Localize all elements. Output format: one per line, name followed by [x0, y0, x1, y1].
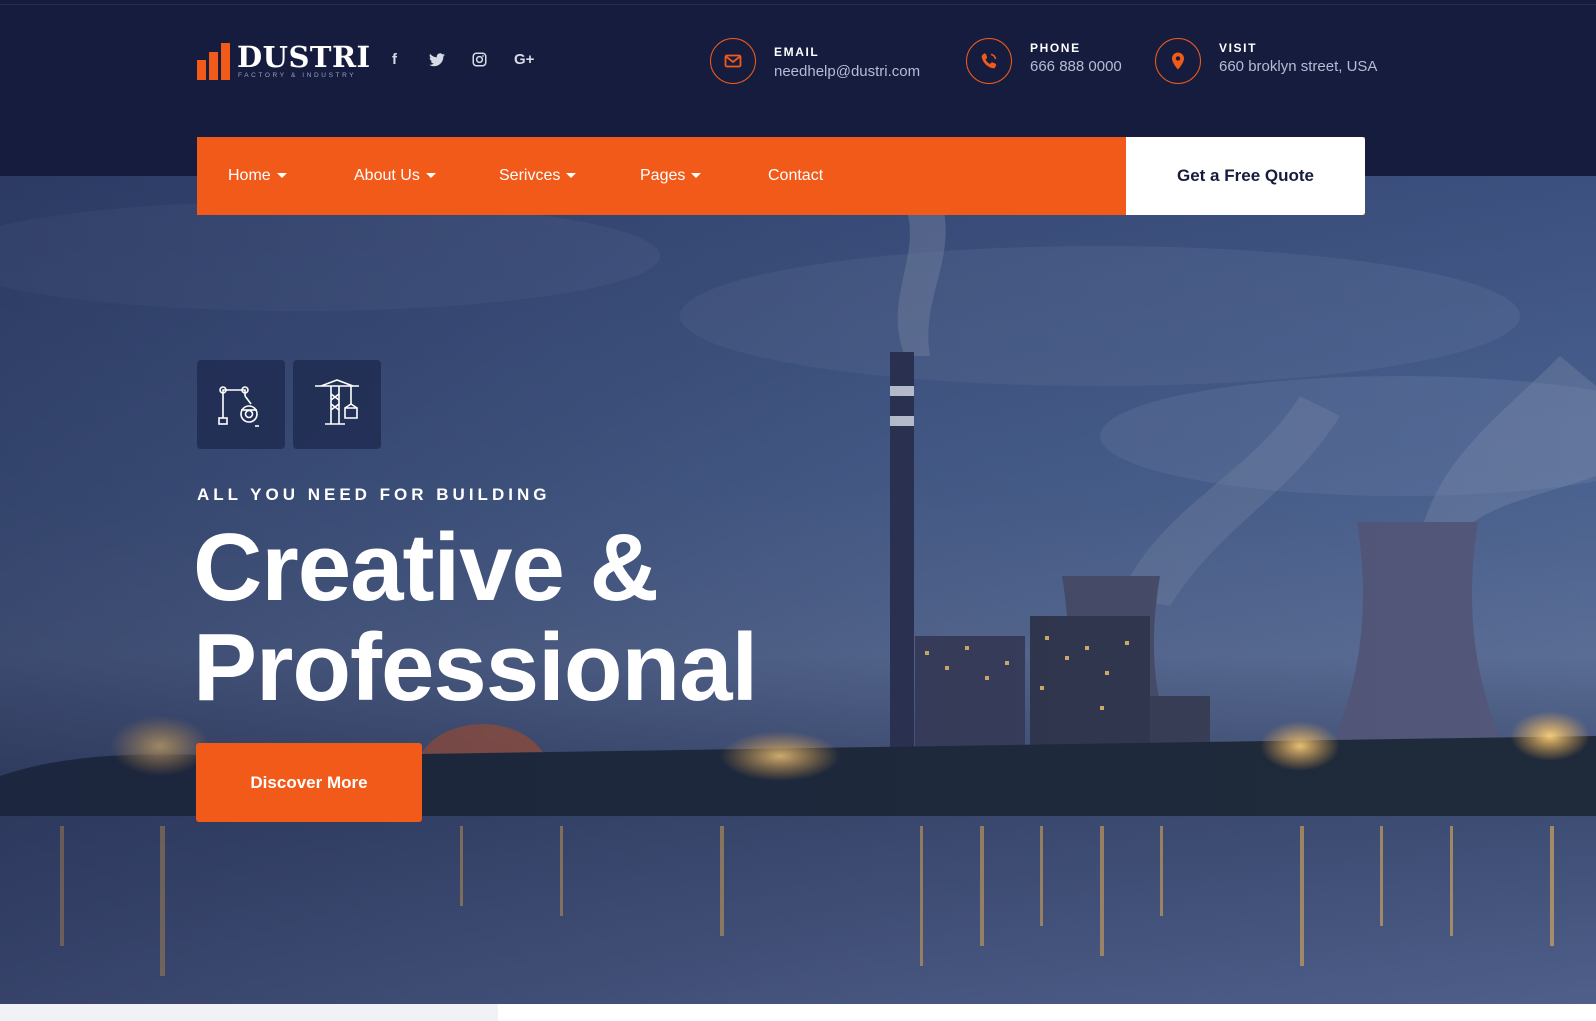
contact-visit[interactable]: VISIT 660 broklyn street, USA — [1155, 38, 1385, 84]
caret-down-icon — [276, 173, 287, 179]
caret-down-icon — [566, 173, 577, 179]
hero-headline: Creative & Professional — [193, 514, 758, 721]
map-pin-icon — [1155, 38, 1201, 84]
nav-item-contact[interactable]: Contact — [768, 137, 823, 215]
facebook-icon[interactable]: f — [392, 49, 397, 71]
contact-phone[interactable]: PHONE 666 888 0000 — [966, 38, 1136, 84]
nav-item-label: Contact — [768, 167, 824, 184]
nav-item-label: Home — [228, 167, 271, 184]
nav-item-label: Serivces — [499, 167, 561, 184]
crane-icon[interactable] — [293, 360, 381, 449]
phone-label: PHONE — [1030, 41, 1081, 55]
main-nav: Home About Us Serivces Pages Contact Get… — [197, 137, 1365, 215]
nav-item-about-us[interactable]: About Us — [354, 137, 436, 215]
nav-item-services[interactable]: Serivces — [499, 137, 577, 215]
logo-bars-icon — [197, 43, 230, 80]
caret-down-icon — [691, 173, 702, 179]
hero-headline-line2: Professional — [193, 614, 758, 721]
nav-item-pages[interactable]: Pages — [640, 137, 702, 215]
nav-item-label: Pages — [640, 167, 686, 184]
robotic-arm-icon[interactable] — [197, 360, 285, 449]
nav-item-label: About Us — [354, 167, 420, 184]
caret-down-icon — [425, 173, 436, 179]
twitter-icon[interactable] — [429, 49, 445, 74]
envelope-icon — [710, 38, 756, 84]
email-label: EMAIL — [774, 45, 820, 59]
email-value[interactable]: needhelp@dustri.com — [774, 63, 920, 80]
hero-kicker: ALL YOU NEED FOR BUILDING — [197, 485, 551, 504]
phone-icon — [966, 38, 1012, 84]
google-plus-icon[interactable]: G+ — [514, 49, 534, 71]
contact-email[interactable]: EMAIL needhelp@dustri.com — [710, 38, 930, 84]
nav-item-home[interactable]: Home — [228, 137, 287, 215]
get-quote-button[interactable]: Get a Free Quote — [1126, 137, 1365, 215]
logo-tagline: FACTORY & INDUSTRY — [238, 72, 357, 79]
instagram-icon[interactable] — [472, 49, 487, 74]
below-hero-panel — [0, 1004, 498, 1021]
discover-more-button[interactable]: Discover More — [196, 743, 422, 822]
hero-headline-line1: Creative & — [193, 514, 659, 621]
phone-value[interactable]: 666 888 0000 — [1030, 58, 1122, 75]
below-hero-strip — [0, 1004, 1596, 1021]
visit-value[interactable]: 660 broklyn street, USA — [1219, 58, 1377, 75]
visit-label: VISIT — [1219, 41, 1258, 55]
top-divider — [0, 4, 1596, 5]
logo-name: DUSTRI — [237, 40, 371, 74]
site-logo[interactable]: DUSTRI FACTORY & INDUSTRY — [197, 42, 370, 82]
